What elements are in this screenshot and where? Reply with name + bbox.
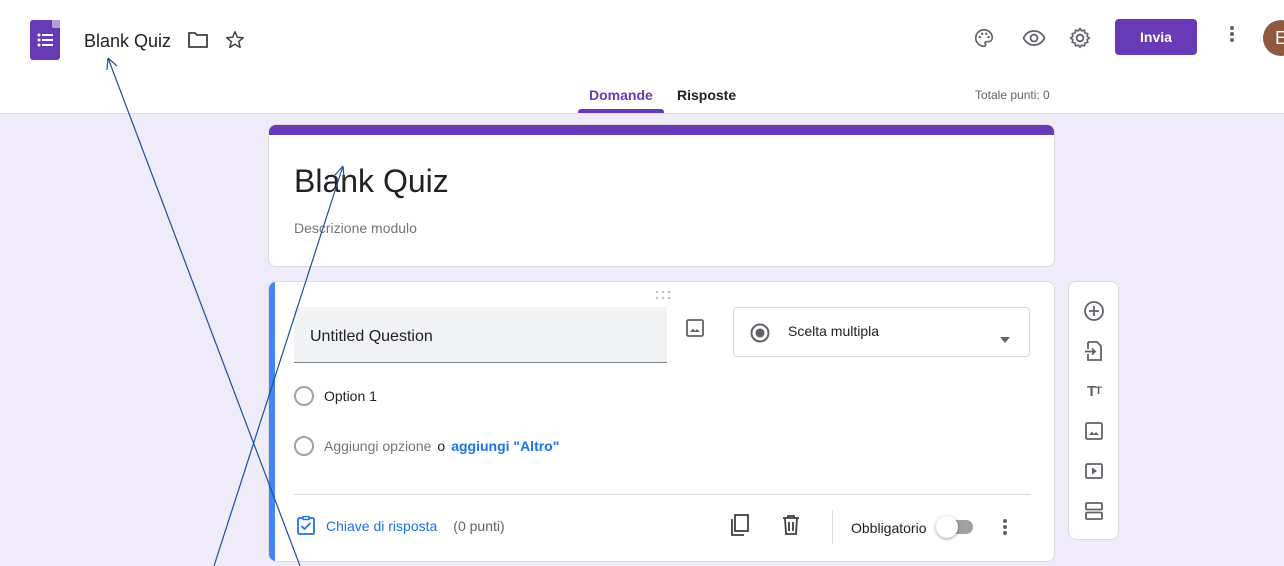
- title-text-icon[interactable]: TT: [1082, 379, 1106, 403]
- tab-responses[interactable]: Risposte: [677, 87, 736, 103]
- question-card: Untitled Question Scelta multipla Option…: [268, 281, 1055, 562]
- total-points: Totale punti: 0: [975, 88, 1050, 102]
- section-icon[interactable]: [1082, 499, 1106, 523]
- side-toolbar: TT: [1068, 281, 1119, 540]
- answer-key-button[interactable]: Chiave di risposta (0 punti): [296, 516, 505, 536]
- answer-key-label[interactable]: Chiave di risposta: [326, 518, 437, 534]
- accent-band: [269, 125, 1054, 135]
- add-other-link[interactable]: aggiungi "Altro": [451, 438, 559, 454]
- tab-questions[interactable]: Domande: [589, 87, 653, 103]
- duplicate-icon[interactable]: [729, 513, 751, 542]
- form-title[interactable]: Blank Quiz: [294, 163, 449, 200]
- top-bar: Blank Quiz Invia E Domande Risposte Tota…: [0, 0, 1284, 114]
- question-type-label: Scelta multipla: [788, 323, 880, 339]
- image-icon[interactable]: [1082, 419, 1106, 443]
- question-type-select[interactable]: Scelta multipla: [733, 307, 1030, 357]
- import-question-icon[interactable]: [1082, 339, 1106, 363]
- eye-icon[interactable]: [1020, 24, 1048, 52]
- avatar[interactable]: E: [1263, 20, 1284, 56]
- gear-icon[interactable]: [1066, 24, 1094, 52]
- video-icon[interactable]: [1082, 459, 1106, 483]
- add-circle-icon[interactable]: [1082, 299, 1106, 323]
- radio-checked-icon: [750, 323, 770, 348]
- drag-handle-icon[interactable]: [654, 287, 672, 305]
- image-icon[interactable]: [685, 318, 705, 343]
- send-button[interactable]: Invia: [1115, 19, 1197, 55]
- add-option-row: Aggiungi opzione o aggiungi "Altro": [294, 436, 559, 456]
- more-vert-icon[interactable]: [999, 515, 1011, 544]
- question-title-input[interactable]: Untitled Question: [294, 307, 667, 363]
- points-label: (0 punti): [453, 518, 505, 534]
- radio-empty-icon: [294, 386, 314, 406]
- folder-icon[interactable]: [188, 31, 208, 54]
- required-toggle-knob[interactable]: [936, 516, 958, 538]
- document-title[interactable]: Blank Quiz: [84, 31, 171, 52]
- footer-vertical-divider: [832, 510, 833, 544]
- palette-icon[interactable]: [970, 24, 998, 52]
- form-title-card: Blank Quiz Descrizione modulo: [268, 124, 1055, 267]
- star-icon[interactable]: [224, 29, 246, 56]
- caret-down-icon: [999, 330, 1011, 348]
- form-description[interactable]: Descrizione modulo: [294, 220, 417, 236]
- more-vert-icon[interactable]: [1222, 22, 1242, 51]
- checkbox-checked-icon: [297, 516, 315, 535]
- add-separator: o: [437, 438, 446, 454]
- active-tab-indicator: [578, 109, 664, 113]
- footer-divider: [294, 494, 1031, 495]
- forms-logo-icon[interactable]: [30, 20, 60, 60]
- add-option-link[interactable]: Aggiungi opzione: [324, 438, 431, 454]
- required-label: Obbligatorio: [851, 520, 927, 536]
- trash-icon[interactable]: [781, 514, 801, 541]
- focus-accent-bar: [269, 282, 275, 561]
- option-row[interactable]: Option 1: [294, 386, 377, 406]
- radio-empty-icon: [294, 436, 314, 456]
- option-label[interactable]: Option 1: [324, 388, 377, 404]
